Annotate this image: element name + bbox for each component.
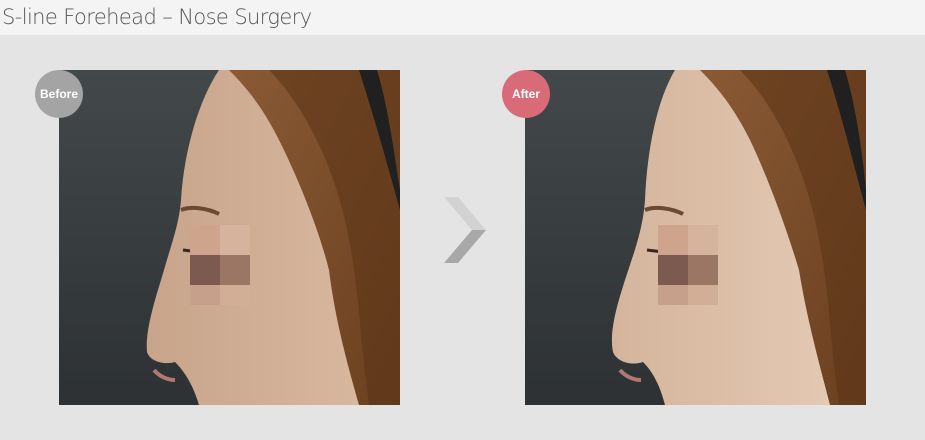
before-badge: Before (35, 70, 83, 118)
title-bar: S-line Forehead – Nose Surgery (0, 0, 925, 35)
after-photo (525, 70, 866, 405)
page-title: S-line Forehead – Nose Surgery (2, 5, 312, 29)
after-badge: After (502, 70, 550, 118)
before-photo (59, 70, 400, 405)
chevron-right-icon (442, 195, 488, 265)
